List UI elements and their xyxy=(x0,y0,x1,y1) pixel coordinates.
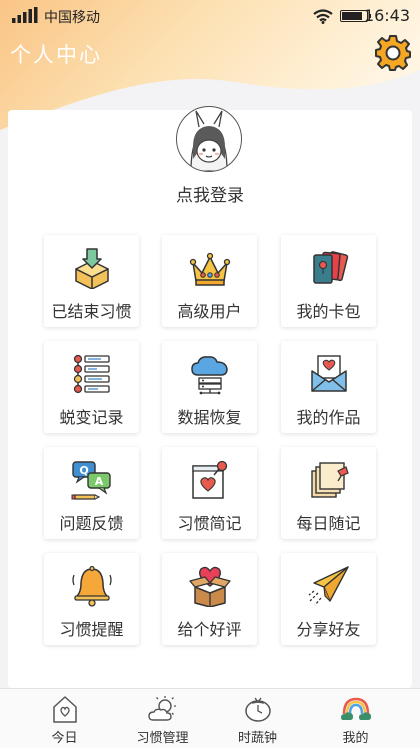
tab-today[interactable]: 今日 xyxy=(12,689,117,748)
card-pack-icon xyxy=(313,251,349,284)
pinned-note-icon xyxy=(192,460,228,499)
heart-box-icon xyxy=(189,566,231,607)
heart-envelope-icon xyxy=(311,355,347,392)
tab-mine[interactable]: 我的 xyxy=(303,689,408,748)
bottom-tab-bar: 今日 习惯管理 时蔬钟 我的 xyxy=(0,688,420,748)
menu-tile-data-restore[interactable]: 数据恢复 xyxy=(162,341,257,433)
tab-habits[interactable]: 习惯管理 xyxy=(110,689,215,748)
menu-tile-my-works[interactable]: 我的作品 xyxy=(281,341,376,433)
menu-tile-label: 每日随记 xyxy=(296,514,361,533)
menu-tile-label: 蜕变记录 xyxy=(59,408,124,427)
cloud-server-icon xyxy=(191,356,228,395)
status-bar: 中国移动 16:43 xyxy=(0,0,420,32)
tab-label: 今日 xyxy=(51,731,78,746)
tab-label: 我的 xyxy=(342,731,369,746)
tab-label: 习惯管理 xyxy=(136,731,189,746)
paper-plane-icon xyxy=(308,566,349,606)
avatar[interactable] xyxy=(176,106,242,172)
timeline-icon xyxy=(73,354,110,394)
menu-tile-label: 已结束习惯 xyxy=(51,302,132,321)
menu-tile-give-rating[interactable]: 给个好评 xyxy=(162,553,257,645)
tab-label: 时蔬钟 xyxy=(237,731,277,746)
menu-tile-transform-log[interactable]: 蜕变记录 xyxy=(44,341,139,433)
menu-tile-label: 我的卡包 xyxy=(296,302,361,321)
house-heart-icon xyxy=(53,696,77,723)
menu-tile-label: 问题反馈 xyxy=(59,514,124,533)
menu-tile-feedback[interactable]: Q A 问题反馈 xyxy=(44,447,139,539)
menu-tile-premium-user[interactable]: 高级用户 xyxy=(162,235,257,327)
menu-tile-my-cards[interactable]: 我的卡包 xyxy=(281,235,376,327)
menu-tile-label: 给个好评 xyxy=(177,620,242,639)
page-title: 个人中心 xyxy=(10,43,102,67)
login-prompt[interactable]: 点我登录 xyxy=(0,181,420,206)
menu-tile-label: 分享好友 xyxy=(296,620,361,639)
menu-tile-habit-reminder[interactable]: 习惯提醒 xyxy=(44,553,139,645)
signal-icon xyxy=(12,7,38,23)
svg-text:A: A xyxy=(95,475,104,488)
status-time: 16:43 xyxy=(363,6,410,25)
box-download-icon xyxy=(75,248,109,289)
tomato-icon xyxy=(245,697,271,722)
tab-timer[interactable]: 时蔬钟 xyxy=(205,689,310,748)
sticky-notes-icon xyxy=(311,462,349,498)
qa-chat-icon: Q A xyxy=(71,461,111,500)
menu-tile-share-friends[interactable]: 分享好友 xyxy=(281,553,376,645)
menu-tile-label: 数据恢复 xyxy=(177,408,242,427)
menu-tile-label: 习惯简记 xyxy=(177,514,242,533)
menu-tile-ended-habits[interactable]: 已结束习惯 xyxy=(44,235,139,327)
rainbow-cloud-icon xyxy=(341,697,371,720)
menu-tile-label: 习惯提醒 xyxy=(59,620,124,639)
menu-tile-habit-notes[interactable]: 习惯简记 xyxy=(162,447,257,539)
sun-cloud-icon xyxy=(148,696,176,721)
gear-icon[interactable] xyxy=(374,34,412,72)
menu-tile-label: 高级用户 xyxy=(177,302,242,321)
svg-text:Q: Q xyxy=(79,464,88,477)
menu-tile-daily-notes[interactable]: 每日随记 xyxy=(281,447,376,539)
crown-icon xyxy=(189,252,231,286)
carrier-name: 中国移动 xyxy=(44,10,100,26)
bell-icon xyxy=(72,565,112,607)
menu-tile-label: 我的作品 xyxy=(296,408,361,427)
wifi-icon xyxy=(313,9,333,24)
cartoon-girl-avatar xyxy=(190,110,228,171)
